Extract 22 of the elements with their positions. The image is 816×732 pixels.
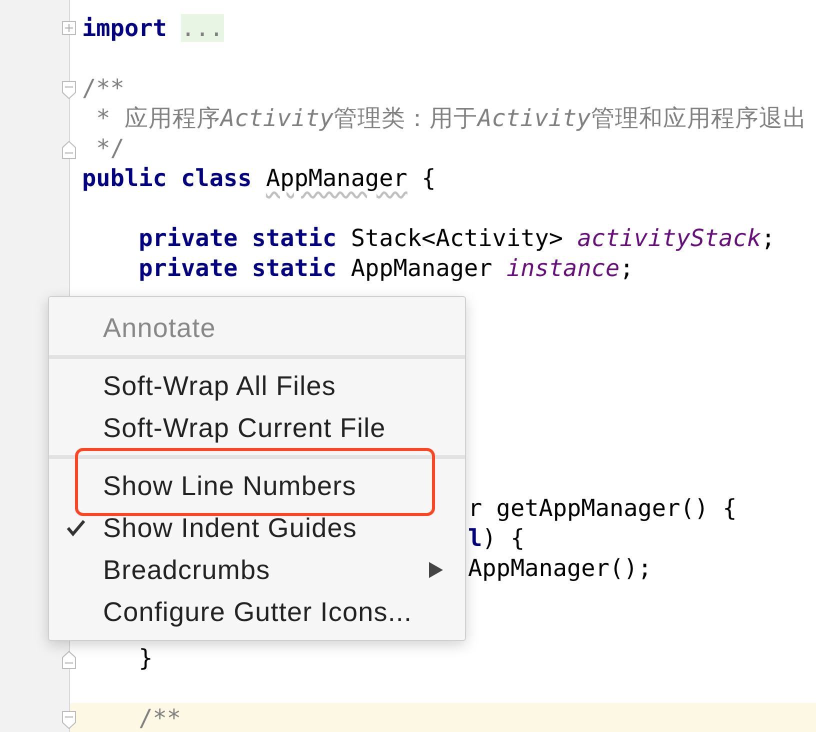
- code-line: /**: [81, 73, 124, 103]
- code-line: */: [95, 133, 124, 163]
- menu-item[interactable]: Breadcrumbs: [49, 549, 465, 591]
- menu-item[interactable]: Soft-Wrap All Files: [49, 365, 465, 407]
- menu-item[interactable]: Configure Gutter Icons...: [49, 591, 465, 633]
- code-line: public class AppManager {: [81, 163, 436, 193]
- code-line: }: [138, 643, 153, 673]
- menu-item[interactable]: Soft-Wrap Current File: [49, 407, 465, 449]
- code-line: AppManager();: [468, 553, 652, 583]
- code-line: r getAppManager() {: [468, 493, 737, 523]
- fold-collapse-icon[interactable]: [62, 81, 76, 99]
- fold-collapse-icon[interactable]: [62, 711, 76, 729]
- code-line: private static Stack<Activity> activityStack;: [138, 223, 776, 253]
- code-line: * 应用程序Activity管理类：用于Activity管理和应用程序退出: [95, 103, 807, 133]
- menu-item[interactable]: Show Line Numbers: [49, 465, 465, 507]
- code-line: /**: [138, 703, 182, 732]
- fold-collapse-icon[interactable]: [62, 651, 76, 669]
- code-line: private static AppManager instance;: [138, 253, 634, 283]
- code-line: l) {: [468, 523, 525, 553]
- menu-item[interactable]: Show Indent Guides: [49, 507, 465, 549]
- fold-expand-icon[interactable]: [62, 21, 76, 35]
- fold-collapse-icon[interactable]: [62, 141, 76, 159]
